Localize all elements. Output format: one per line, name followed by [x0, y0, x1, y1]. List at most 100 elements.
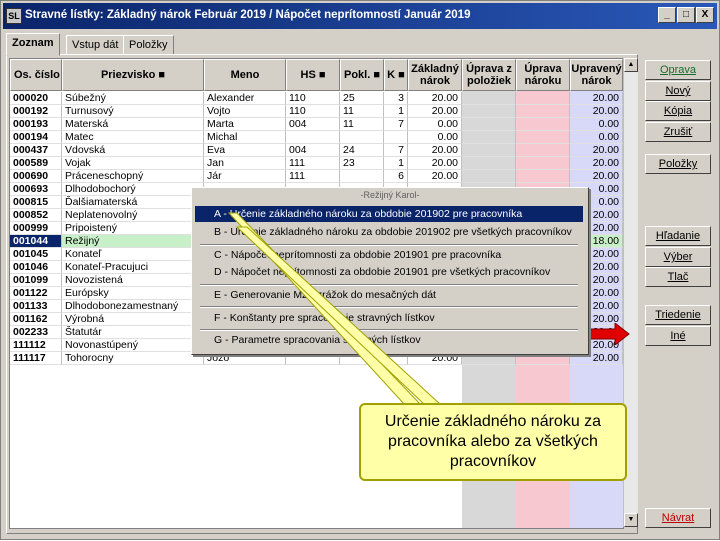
cell-hs[interactable]	[286, 131, 340, 144]
cell-uprava-z-poloziek[interactable]	[462, 105, 516, 118]
cell-os-cislo[interactable]: 000690	[10, 170, 62, 183]
cell-uprava-z-poloziek[interactable]	[462, 118, 516, 131]
cell-os-cislo[interactable]: 000194	[10, 131, 62, 144]
menu-item-g[interactable]: G - Parametre spracovania stravných líst…	[195, 332, 583, 348]
col-uprava-naroku[interactable]: Úprava nároku	[516, 59, 570, 91]
cell-meno[interactable]: Alexander	[204, 92, 286, 105]
cell-os-cislo[interactable]: 001045	[10, 248, 62, 261]
cell-meno[interactable]: Michal	[204, 131, 286, 144]
cell-zakladny-narok[interactable]: 20.00	[408, 92, 462, 105]
cell-meno[interactable]: Marta	[204, 118, 286, 131]
cell-os-cislo[interactable]: 111112	[10, 339, 62, 352]
cell-pokl[interactable]: 23	[340, 157, 384, 170]
cell-priezvisko[interactable]: Súbežný	[62, 92, 204, 105]
cell-uprava-naroku[interactable]	[516, 144, 570, 157]
cell-os-cislo[interactable]: 000437	[10, 144, 62, 157]
cell-priezvisko[interactable]: Dlhodobochorý	[62, 183, 204, 196]
cell-pokl[interactable]: 11	[340, 105, 384, 118]
cell-upraveny-narok[interactable]: 0.00	[570, 118, 623, 131]
cell-upraveny-narok[interactable]: 0.00	[570, 131, 623, 144]
cell-priezvisko[interactable]: Vdovská	[62, 144, 204, 157]
cell-priezvisko[interactable]: Štatutár	[62, 326, 204, 339]
cell-upraveny-narok[interactable]: 20.00	[570, 105, 623, 118]
cell-uprava-naroku[interactable]	[516, 105, 570, 118]
cell-hs[interactable]: 111	[286, 170, 340, 183]
table-row[interactable]: 000690 Práceneschopný Jár 111 6 20.00 20.00	[10, 170, 623, 183]
cell-os-cislo[interactable]: 000815	[10, 196, 62, 209]
cell-upraveny-narok[interactable]: 20.00	[570, 157, 623, 170]
cell-uprava-z-poloziek[interactable]	[462, 144, 516, 157]
cell-hs[interactable]: 110	[286, 105, 340, 118]
cell-os-cislo[interactable]: 001133	[10, 300, 62, 313]
cell-priezvisko[interactable]: Práceneschopný	[62, 170, 204, 183]
cell-k[interactable]: 1	[384, 157, 408, 170]
col-uprava-z-poloziek[interactable]: Úprava z položiek	[462, 59, 516, 91]
cell-os-cislo[interactable]: 001162	[10, 313, 62, 326]
cell-priezvisko[interactable]: Materská	[62, 118, 204, 131]
cell-hs[interactable]: 004	[286, 118, 340, 131]
cell-priezvisko[interactable]: Novonastúpený	[62, 339, 204, 352]
cell-hs[interactable]: 110	[286, 92, 340, 105]
cell-uprava-naroku[interactable]	[516, 170, 570, 183]
cell-uprava-naroku[interactable]	[516, 157, 570, 170]
menu-item-a[interactable]: A - Určenie základného nároku za obdobie…	[195, 206, 583, 222]
minimize-button[interactable]: _	[658, 7, 676, 23]
tab-polozky[interactable]: Položky	[123, 35, 174, 55]
menu-item-d[interactable]: D - Nápočet neprítomnosti za obdobie 201…	[195, 264, 583, 280]
close-button[interactable]: X	[696, 7, 714, 23]
cell-os-cislo[interactable]: 001044	[10, 235, 62, 248]
cell-uprava-z-poloziek[interactable]	[462, 170, 516, 183]
cell-os-cislo[interactable]: 111117	[10, 352, 62, 365]
cell-pokl[interactable]: 11	[340, 118, 384, 131]
tab-vstup-dat[interactable]: Vstup dát	[66, 35, 125, 55]
cell-upraveny-narok[interactable]: 20.00	[570, 144, 623, 157]
cell-meno[interactable]: Jan	[204, 157, 286, 170]
cell-os-cislo[interactable]: 000693	[10, 183, 62, 196]
triedenie-button[interactable]: Triedenie	[645, 305, 711, 325]
col-os-cislo[interactable]: Os. číslo	[10, 59, 62, 91]
menu-item-e[interactable]: E - Generovanie MZL zrážok do mesačných …	[195, 287, 583, 303]
cell-os-cislo[interactable]: 000852	[10, 209, 62, 222]
cell-k[interactable]: 7	[384, 118, 408, 131]
maximize-button[interactable]: □	[677, 7, 695, 23]
cell-os-cislo[interactable]: 001099	[10, 274, 62, 287]
table-row[interactable]: 000020 Súbežný Alexander 110 25 3 20.00 20.00	[10, 92, 623, 105]
ine-button[interactable]: Iné	[645, 326, 711, 346]
menu-item-f[interactable]: F - Konštanty pre spracovanie stravných …	[195, 310, 583, 326]
table-row[interactable]: 000193 Materská Marta 004 11 7 0.00 0.00	[10, 118, 623, 131]
cell-k[interactable]	[384, 131, 408, 144]
col-upraveny-narok[interactable]: Upravený nárok	[570, 59, 623, 91]
menu-item-c[interactable]: C - Nápočet neprítomnosti za obdobie 201…	[195, 247, 583, 263]
cell-os-cislo[interactable]: 000589	[10, 157, 62, 170]
cell-zakladny-narok[interactable]: 20.00	[408, 170, 462, 183]
cell-os-cislo[interactable]: 000999	[10, 222, 62, 235]
cell-k[interactable]: 7	[384, 144, 408, 157]
col-priezvisko[interactable]: Priezvisko ■	[62, 59, 204, 91]
cell-zakladny-narok[interactable]: 20.00	[408, 105, 462, 118]
cell-os-cislo[interactable]: 001046	[10, 261, 62, 274]
cell-os-cislo[interactable]: 000192	[10, 105, 62, 118]
novy-button[interactable]: Nový	[645, 81, 711, 101]
vyber-button[interactable]: Výber	[645, 247, 711, 267]
cell-upraveny-narok[interactable]: 20.00	[570, 92, 623, 105]
cell-upraveny-narok[interactable]: 20.00	[570, 170, 623, 183]
cell-priezvisko[interactable]: Režijný	[62, 235, 204, 248]
cell-uprava-naroku[interactable]	[516, 131, 570, 144]
navrat-button[interactable]: Návrat	[645, 508, 711, 528]
cell-uprava-z-poloziek[interactable]	[462, 157, 516, 170]
col-k[interactable]: K ■	[384, 59, 408, 91]
cell-priezvisko[interactable]: Neplatenovolný	[62, 209, 204, 222]
cell-os-cislo[interactable]: 000193	[10, 118, 62, 131]
cell-uprava-z-poloziek[interactable]	[462, 92, 516, 105]
cell-priezvisko[interactable]: Matec	[62, 131, 204, 144]
cell-zakladny-narok[interactable]: 0.00	[408, 118, 462, 131]
cell-hs[interactable]: 004	[286, 144, 340, 157]
cell-pokl[interactable]	[340, 131, 384, 144]
cell-meno[interactable]: Eva	[204, 144, 286, 157]
tlac-button[interactable]: Tlač	[645, 267, 711, 287]
cell-priezvisko[interactable]: Konateľ-Pracujuci	[62, 261, 204, 274]
cell-priezvisko[interactable]: Pripoistený	[62, 222, 204, 235]
cell-priezvisko[interactable]: Ďalšiamaterská	[62, 196, 204, 209]
scroll-up-icon[interactable]: ▲	[624, 58, 638, 72]
cell-meno[interactable]: Jár	[204, 170, 286, 183]
